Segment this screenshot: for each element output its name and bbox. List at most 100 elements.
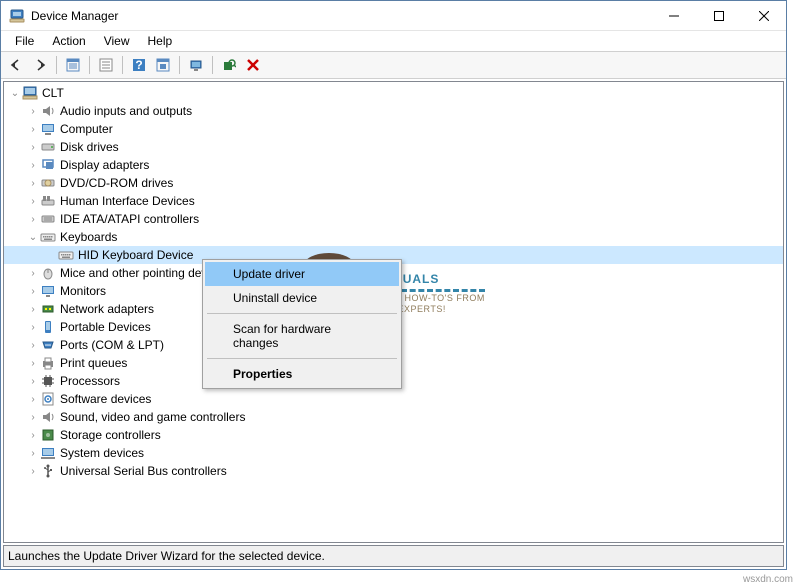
chevron-right-icon[interactable]: ›: [26, 142, 40, 153]
tree-label: System devices: [58, 446, 146, 460]
computer-icon: [40, 121, 56, 137]
menubar: File Action View Help: [1, 31, 786, 51]
tree-label: Display adapters: [58, 158, 151, 172]
tree-label: HID Keyboard Device: [76, 248, 195, 262]
minimize-button[interactable]: [651, 1, 696, 30]
maximize-button[interactable]: [696, 1, 741, 30]
sound-icon: [40, 409, 56, 425]
audio-icon: [40, 103, 56, 119]
tree-item-software[interactable]: ›Software devices: [4, 390, 783, 408]
tree-root[interactable]: ⌄ CLT: [4, 84, 783, 102]
properties-button[interactable]: [95, 54, 117, 76]
usb-icon: [40, 463, 56, 479]
tree-item-computer[interactable]: › Computer: [4, 120, 783, 138]
chevron-right-icon[interactable]: ›: [26, 106, 40, 117]
network-icon: [40, 301, 56, 317]
portable-icon: [40, 319, 56, 335]
mouse-icon: [40, 265, 56, 281]
tree-label: Keyboards: [58, 230, 119, 244]
minimize-icon: [669, 11, 679, 21]
chevron-right-icon[interactable]: ›: [26, 358, 40, 369]
forward-arrow-icon: [33, 58, 47, 72]
update-driver-button[interactable]: [185, 54, 207, 76]
keyboard-icon: [40, 229, 56, 245]
dvd-icon: [40, 175, 56, 191]
chevron-right-icon[interactable]: ›: [26, 178, 40, 189]
display-icon: [40, 157, 56, 173]
show-hidden-button[interactable]: [62, 54, 84, 76]
chevron-right-icon[interactable]: ›: [26, 196, 40, 207]
chevron-right-icon[interactable]: ›: [26, 268, 40, 279]
scan-hardware-button[interactable]: [218, 54, 240, 76]
close-button[interactable]: [741, 1, 786, 30]
back-button[interactable]: [5, 54, 27, 76]
chevron-right-icon[interactable]: ›: [26, 412, 40, 423]
chevron-right-icon[interactable]: ›: [26, 322, 40, 333]
forward-button[interactable]: [29, 54, 51, 76]
tree-label: Disk drives: [58, 140, 121, 154]
chevron-down-icon[interactable]: ⌄: [26, 232, 40, 243]
tree-item-sound[interactable]: ›Sound, video and game controllers: [4, 408, 783, 426]
toolbar-separator: [212, 56, 213, 74]
tree-item-system[interactable]: › System devices: [4, 444, 783, 462]
chevron-right-icon[interactable]: ›: [26, 394, 40, 405]
back-arrow-icon: [9, 58, 23, 72]
tree-item-ide[interactable]: ›IDE ATA/ATAPI controllers: [4, 210, 783, 228]
statusbar: Launches the Update Driver Wizard for th…: [3, 545, 784, 567]
disk-icon: [40, 139, 56, 155]
tree-label: Monitors: [58, 284, 108, 298]
processor-icon: [40, 373, 56, 389]
tree-item-display[interactable]: › Display adapters: [4, 156, 783, 174]
tree-item-disk[interactable]: › Disk drives: [4, 138, 783, 156]
uninstall-button[interactable]: [242, 54, 264, 76]
ctx-separator: [207, 313, 397, 314]
menu-action[interactable]: Action: [44, 32, 93, 50]
chevron-right-icon[interactable]: ›: [26, 466, 40, 477]
chevron-right-icon[interactable]: ›: [26, 214, 40, 225]
tree-item-storage[interactable]: › Storage controllers: [4, 426, 783, 444]
chevron-right-icon[interactable]: ›: [26, 376, 40, 387]
toolbar-separator: [122, 56, 123, 74]
tree-item-hid[interactable]: ›Human Interface Devices: [4, 192, 783, 210]
chevron-right-icon[interactable]: ›: [26, 304, 40, 315]
ctx-properties[interactable]: Properties: [205, 362, 399, 386]
menu-view[interactable]: View: [96, 32, 138, 50]
keyboard-icon: [58, 247, 74, 263]
expander-icon[interactable]: ⌄: [8, 88, 22, 99]
toolbar: ?: [1, 51, 786, 79]
computer-icon: [22, 85, 38, 101]
toolbar-separator: [179, 56, 180, 74]
chevron-right-icon[interactable]: ›: [26, 124, 40, 135]
app-icon: [9, 8, 25, 24]
ctx-scan-hardware[interactable]: Scan for hardware changes: [205, 317, 399, 355]
close-icon: [759, 11, 769, 21]
context-menu: Update driver Uninstall device Scan for …: [202, 259, 402, 389]
action-button[interactable]: [152, 54, 174, 76]
system-icon: [40, 445, 56, 461]
tree-label: CLT: [40, 86, 66, 100]
properties-icon: [99, 58, 113, 72]
help-button[interactable]: ?: [128, 54, 150, 76]
monitor-icon: [40, 283, 56, 299]
tree-item-dvd[interactable]: ›DVD/CD-ROM drives: [4, 174, 783, 192]
window-controls: [651, 1, 786, 30]
help-icon: ?: [132, 58, 146, 72]
menu-file[interactable]: File: [7, 32, 42, 50]
menu-help[interactable]: Help: [140, 32, 181, 50]
chevron-right-icon[interactable]: ›: [26, 160, 40, 171]
chevron-right-icon[interactable]: ›: [26, 286, 40, 297]
ctx-uninstall-device[interactable]: Uninstall device: [205, 286, 399, 310]
tree-item-audio[interactable]: ›Audio inputs and outputs: [4, 102, 783, 120]
tree-label: Storage controllers: [58, 428, 163, 442]
hid-icon: [40, 193, 56, 209]
tree-label: Processors: [58, 374, 122, 388]
chevron-right-icon[interactable]: ›: [26, 340, 40, 351]
ctx-update-driver[interactable]: Update driver: [205, 262, 399, 286]
update-driver-icon: [189, 58, 203, 72]
chevron-right-icon[interactable]: ›: [26, 448, 40, 459]
chevron-right-icon[interactable]: ›: [26, 430, 40, 441]
tree-item-keyboards[interactable]: ⌄ Keyboards: [4, 228, 783, 246]
tree-label: Print queues: [58, 356, 129, 370]
tree-label: Computer: [58, 122, 115, 136]
tree-item-usb[interactable]: ›Universal Serial Bus controllers: [4, 462, 783, 480]
